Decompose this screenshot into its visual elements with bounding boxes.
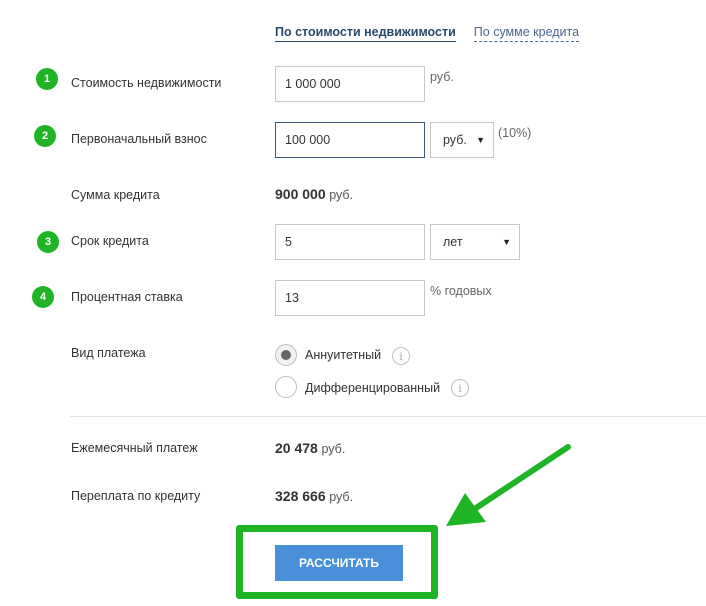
arrow-pointer-icon [446, 444, 571, 526]
arrow-shaft [467, 444, 571, 515]
arrow-head [446, 493, 486, 526]
